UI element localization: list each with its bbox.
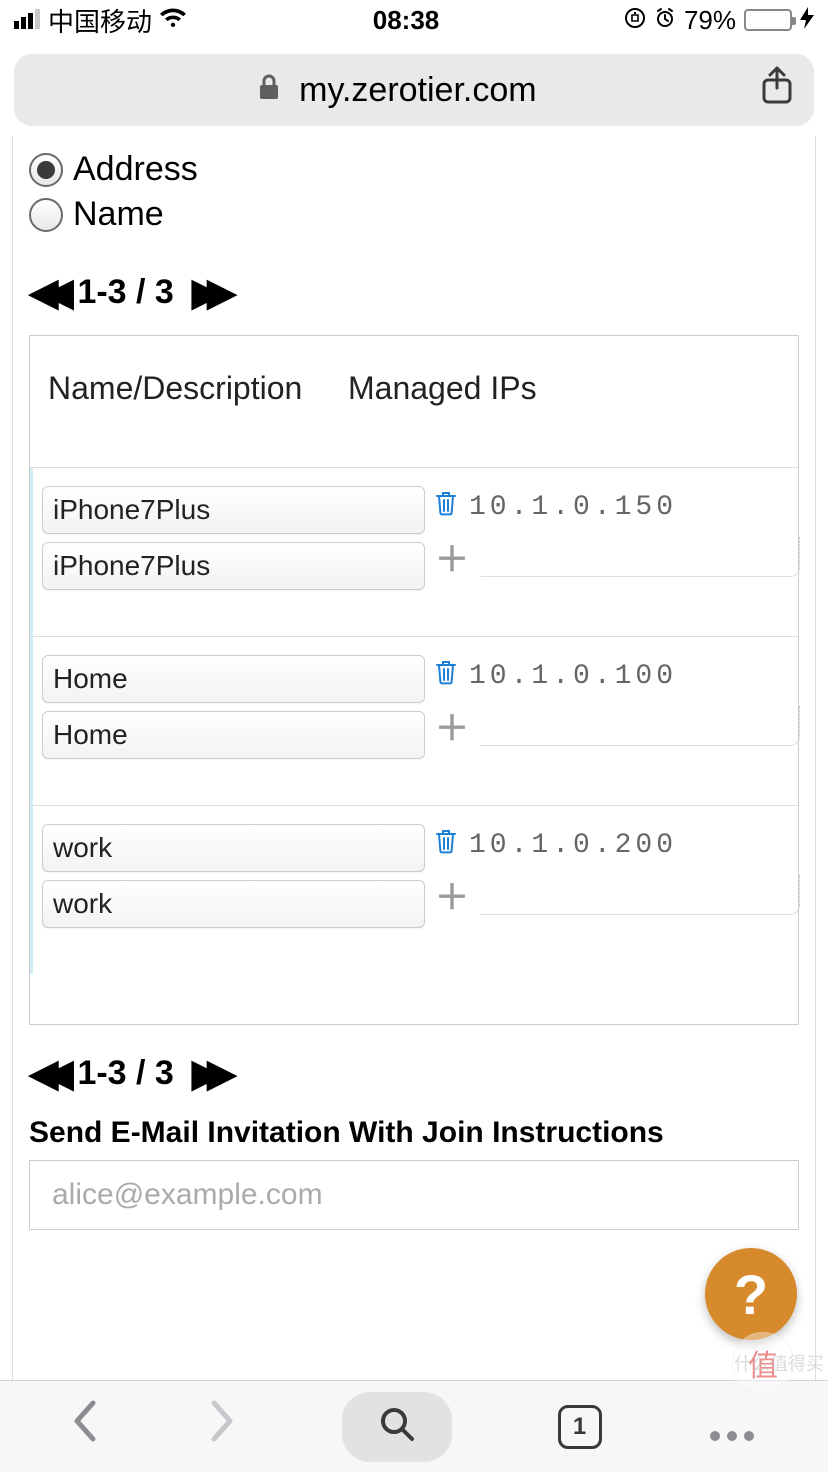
clock: 08:38 xyxy=(188,5,624,36)
plus-icon[interactable]: ＋ xyxy=(435,701,469,750)
browser-address-wrap: my.zerotier.com xyxy=(0,40,828,136)
invite-email-input[interactable] xyxy=(29,1160,799,1230)
table-header: Name/Description Managed IPs xyxy=(30,336,798,467)
pager-bottom: ◀◀ 1-3 / 3 ▶▶ xyxy=(29,1051,799,1096)
radio-icon xyxy=(29,198,63,232)
forward-icon[interactable] xyxy=(206,1399,236,1454)
member-desc-input[interactable] xyxy=(42,711,425,759)
status-bar: 中国移动 08:38 79% xyxy=(0,0,828,40)
plus-icon[interactable]: ＋ xyxy=(435,532,469,581)
members-table: Name/Description Managed IPs 10.1.0.150 … xyxy=(29,335,799,1025)
signal-icon xyxy=(14,5,42,36)
help-button[interactable]: ? xyxy=(705,1248,797,1340)
member-desc-input[interactable] xyxy=(42,880,425,928)
more-icon[interactable] xyxy=(707,1400,757,1454)
member-desc-input[interactable] xyxy=(42,542,425,590)
question-icon: ? xyxy=(734,1262,768,1327)
member-name-input[interactable] xyxy=(42,486,425,534)
pager-range: 1-3 / 3 xyxy=(77,273,173,312)
table-row: 10.1.0.150 ＋ xyxy=(30,467,798,636)
trash-icon[interactable] xyxy=(435,490,457,524)
alarm-icon xyxy=(654,5,676,36)
share-icon[interactable] xyxy=(760,66,794,115)
browser-toolbar: 1 xyxy=(0,1380,828,1472)
member-ip: 10.1.0.150 xyxy=(469,492,677,523)
battery-pct: 79% xyxy=(684,5,736,36)
browser-address-bar[interactable]: my.zerotier.com xyxy=(14,54,814,126)
table-row: 10.1.0.200 ＋ xyxy=(30,805,798,974)
radio-label: Address xyxy=(73,150,198,189)
member-ip: 10.1.0.100 xyxy=(469,661,677,692)
member-name-input[interactable] xyxy=(42,655,425,703)
pager-range: 1-3 / 3 xyxy=(77,1054,173,1093)
pager-last-icon[interactable]: ▶▶ xyxy=(192,270,222,315)
col-header-name: Name/Description xyxy=(48,370,328,407)
trash-icon[interactable] xyxy=(435,828,457,862)
invite-title: Send E-Mail Invitation With Join Instruc… xyxy=(29,1116,799,1150)
back-icon[interactable] xyxy=(71,1399,101,1454)
member-ip: 10.1.0.200 xyxy=(469,830,677,861)
radio-label: Name xyxy=(73,195,164,234)
watermark-text: 什么值得买 xyxy=(734,1350,824,1376)
plus-icon[interactable]: ＋ xyxy=(435,870,469,919)
tabs-count: 1 xyxy=(558,1405,602,1449)
add-ip-input[interactable] xyxy=(481,537,800,577)
member-name-input[interactable] xyxy=(42,824,425,872)
battery-icon xyxy=(744,9,792,31)
add-ip-input[interactable] xyxy=(481,706,800,746)
pager-first-icon[interactable]: ◀◀ xyxy=(29,270,59,315)
radio-icon xyxy=(29,153,63,187)
trash-icon[interactable] xyxy=(435,659,457,693)
search-icon[interactable] xyxy=(342,1392,452,1462)
pager-last-icon[interactable]: ▶▶ xyxy=(192,1051,222,1096)
carrier-label: 中国移动 xyxy=(48,2,152,39)
wifi-icon xyxy=(158,5,188,36)
pager-top: ◀◀ 1-3 / 3 ▶▶ xyxy=(29,270,799,315)
table-row: 10.1.0.100 ＋ xyxy=(30,636,798,805)
url-text: my.zerotier.com xyxy=(299,71,536,109)
orientation-lock-icon xyxy=(624,5,646,36)
col-header-ips: Managed IPs xyxy=(348,370,780,407)
sort-radio-name[interactable]: Name xyxy=(29,195,799,234)
lock-icon xyxy=(257,76,289,107)
tabs-button[interactable]: 1 xyxy=(558,1405,602,1449)
pager-first-icon[interactable]: ◀◀ xyxy=(29,1051,59,1096)
add-ip-input[interactable] xyxy=(481,875,800,915)
charging-icon xyxy=(800,5,814,36)
sort-radio-address[interactable]: Address xyxy=(29,150,799,189)
